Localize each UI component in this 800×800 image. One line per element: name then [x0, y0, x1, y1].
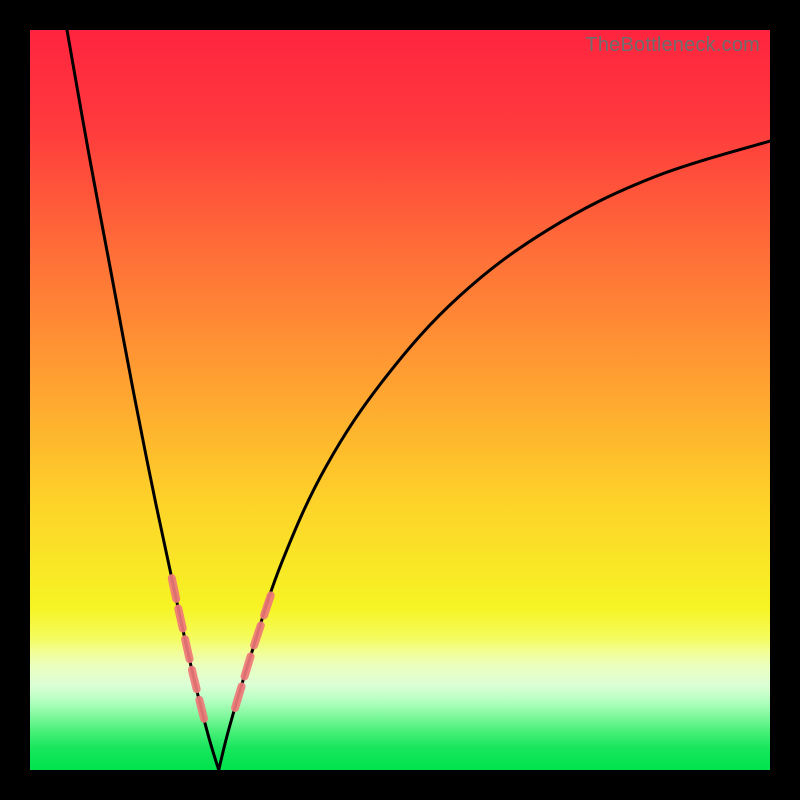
dash-segment: [254, 625, 261, 645]
outer-frame: TheBottleneck.com: [0, 0, 800, 800]
dash-segment: [245, 656, 251, 676]
dash-segment: [235, 686, 241, 708]
dash-segment: [264, 595, 271, 615]
right-branch-curve: [219, 141, 770, 770]
dash-segment: [172, 578, 176, 599]
dash-segment: [199, 700, 204, 719]
left-branch-curve: [67, 30, 219, 770]
dash-segment: [192, 670, 197, 689]
dash-segment: [185, 639, 189, 659]
dash-overlay-group: [172, 578, 271, 719]
plot-area: TheBottleneck.com: [30, 30, 770, 770]
dash-segment: [178, 609, 182, 629]
curves-svg: [30, 30, 770, 770]
